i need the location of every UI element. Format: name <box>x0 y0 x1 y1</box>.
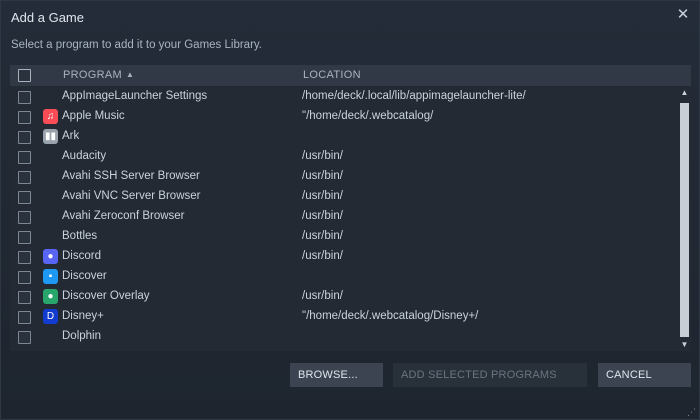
discord-icon: ● <box>43 249 58 264</box>
program-name: Avahi VNC Server Browser <box>62 190 201 202</box>
program-location: "/home/deck/.webcatalog/ <box>302 110 434 122</box>
row-checkbox[interactable] <box>18 151 31 164</box>
list-item[interactable]: D Disney+ "/home/deck/.webcatalog/Disney+/ <box>10 307 678 327</box>
row-checkbox[interactable] <box>18 331 31 344</box>
program-location: /usr/bin/ <box>302 290 343 302</box>
program-location: /home/deck/.local/lib/appimagelauncher-l… <box>302 90 526 102</box>
program-name: Ark <box>62 130 80 142</box>
close-icon[interactable]: ✕ <box>675 7 691 23</box>
list-item[interactable]: ● Discord/usr/bin/ <box>10 247 678 267</box>
row-checkbox[interactable] <box>18 291 31 304</box>
discover-icon: ▪ <box>43 269 58 284</box>
sort-ascending-icon: ▲ <box>125 70 135 79</box>
program-name: Discover Overlay <box>62 290 150 302</box>
program-name: Bottles <box>62 230 98 242</box>
column-header-location[interactable]: LOCATION <box>303 69 361 81</box>
cancel-button[interactable]: CANCEL <box>598 363 691 387</box>
list-item[interactable]: ♫ Apple Music "/home/deck/.webcatalog/ <box>10 107 678 127</box>
list-item[interactable]: Avahi Zeroconf Browser/usr/bin/ <box>10 207 678 227</box>
program-name: Discord <box>62 250 101 262</box>
program-list: PROGRAM ▲ LOCATION AppImageLauncher Setti… <box>10 65 691 351</box>
scroll-down-icon[interactable]: ▼ <box>678 339 691 351</box>
row-checkbox[interactable] <box>18 131 31 144</box>
dialog-subtitle: Select a program to add it to your Games… <box>11 39 262 51</box>
program-name: Apple Music <box>62 110 125 122</box>
program-location: /usr/bin/ <box>302 230 343 242</box>
program-location: /usr/bin/ <box>302 210 343 222</box>
scroll-up-icon[interactable]: ▲ <box>678 87 691 99</box>
row-checkbox[interactable] <box>18 251 31 264</box>
list-item[interactable]: ▪ Discover <box>10 267 678 287</box>
list-item[interactable]: ▮▮ Ark <box>10 127 678 147</box>
row-checkbox[interactable] <box>18 191 31 204</box>
program-name: AppImageLauncher Settings <box>62 90 208 102</box>
row-checkbox[interactable] <box>18 211 31 224</box>
program-name: Audacity <box>62 150 107 162</box>
list-item[interactable]: Avahi VNC Server Browser/usr/bin/ <box>10 187 678 207</box>
row-checkbox[interactable] <box>18 111 31 124</box>
ark-icon: ▮▮ <box>43 129 58 144</box>
vertical-scrollbar[interactable]: ▲ ▼ <box>678 87 691 351</box>
select-all-checkbox[interactable] <box>18 69 31 82</box>
list-header: PROGRAM ▲ LOCATION <box>10 65 691 86</box>
row-checkbox[interactable] <box>18 231 31 244</box>
disney-plus-icon: D <box>43 309 58 324</box>
program-location: /usr/bin/ <box>302 150 343 162</box>
program-location: /usr/bin/ <box>302 170 343 182</box>
apple-music-icon: ♫ <box>43 109 58 124</box>
row-checkbox[interactable] <box>18 91 31 104</box>
column-header-program-label: PROGRAM <box>63 69 122 81</box>
row-checkbox[interactable] <box>18 271 31 284</box>
program-location: /usr/bin/ <box>302 250 343 262</box>
scrollbar-thumb[interactable] <box>680 103 689 337</box>
dialog-title: Add a Game <box>11 10 84 25</box>
list-item[interactable]: Avahi SSH Server Browser/usr/bin/ <box>10 167 678 187</box>
program-name: Discover <box>62 270 107 282</box>
program-name: Avahi Zeroconf Browser <box>62 210 185 222</box>
list-item[interactable]: AppImageLauncher Settings/home/deck/.loc… <box>10 87 678 107</box>
program-location: "/home/deck/.webcatalog/Disney+/ <box>302 310 479 322</box>
program-name: Dolphin <box>62 330 101 342</box>
column-header-program[interactable]: PROGRAM ▲ <box>63 69 134 81</box>
program-name: Avahi SSH Server Browser <box>62 170 200 182</box>
row-checkbox[interactable] <box>18 171 31 184</box>
list-item[interactable]: Audacity/usr/bin/ <box>10 147 678 167</box>
add-selected-programs-button[interactable]: ADD SELECTED PROGRAMS <box>393 363 587 387</box>
discover-overlay-icon: ● <box>43 289 58 304</box>
browse-button[interactable]: BROWSE... <box>290 363 383 387</box>
program-name: Disney+ <box>62 310 104 322</box>
list-item[interactable]: Bottles/usr/bin/ <box>10 227 678 247</box>
add-game-dialog: Add a Game ✕ Select a program to add it … <box>0 0 700 420</box>
program-location: /usr/bin/ <box>302 190 343 202</box>
row-checkbox[interactable] <box>18 311 31 324</box>
list-item[interactable]: ● Discover Overlay/usr/bin/ <box>10 287 678 307</box>
program-rows: AppImageLauncher Settings/home/deck/.loc… <box>10 87 678 347</box>
list-item[interactable]: Dolphin <box>10 327 678 347</box>
resize-grip-icon[interactable]: ⋰ <box>687 407 697 417</box>
